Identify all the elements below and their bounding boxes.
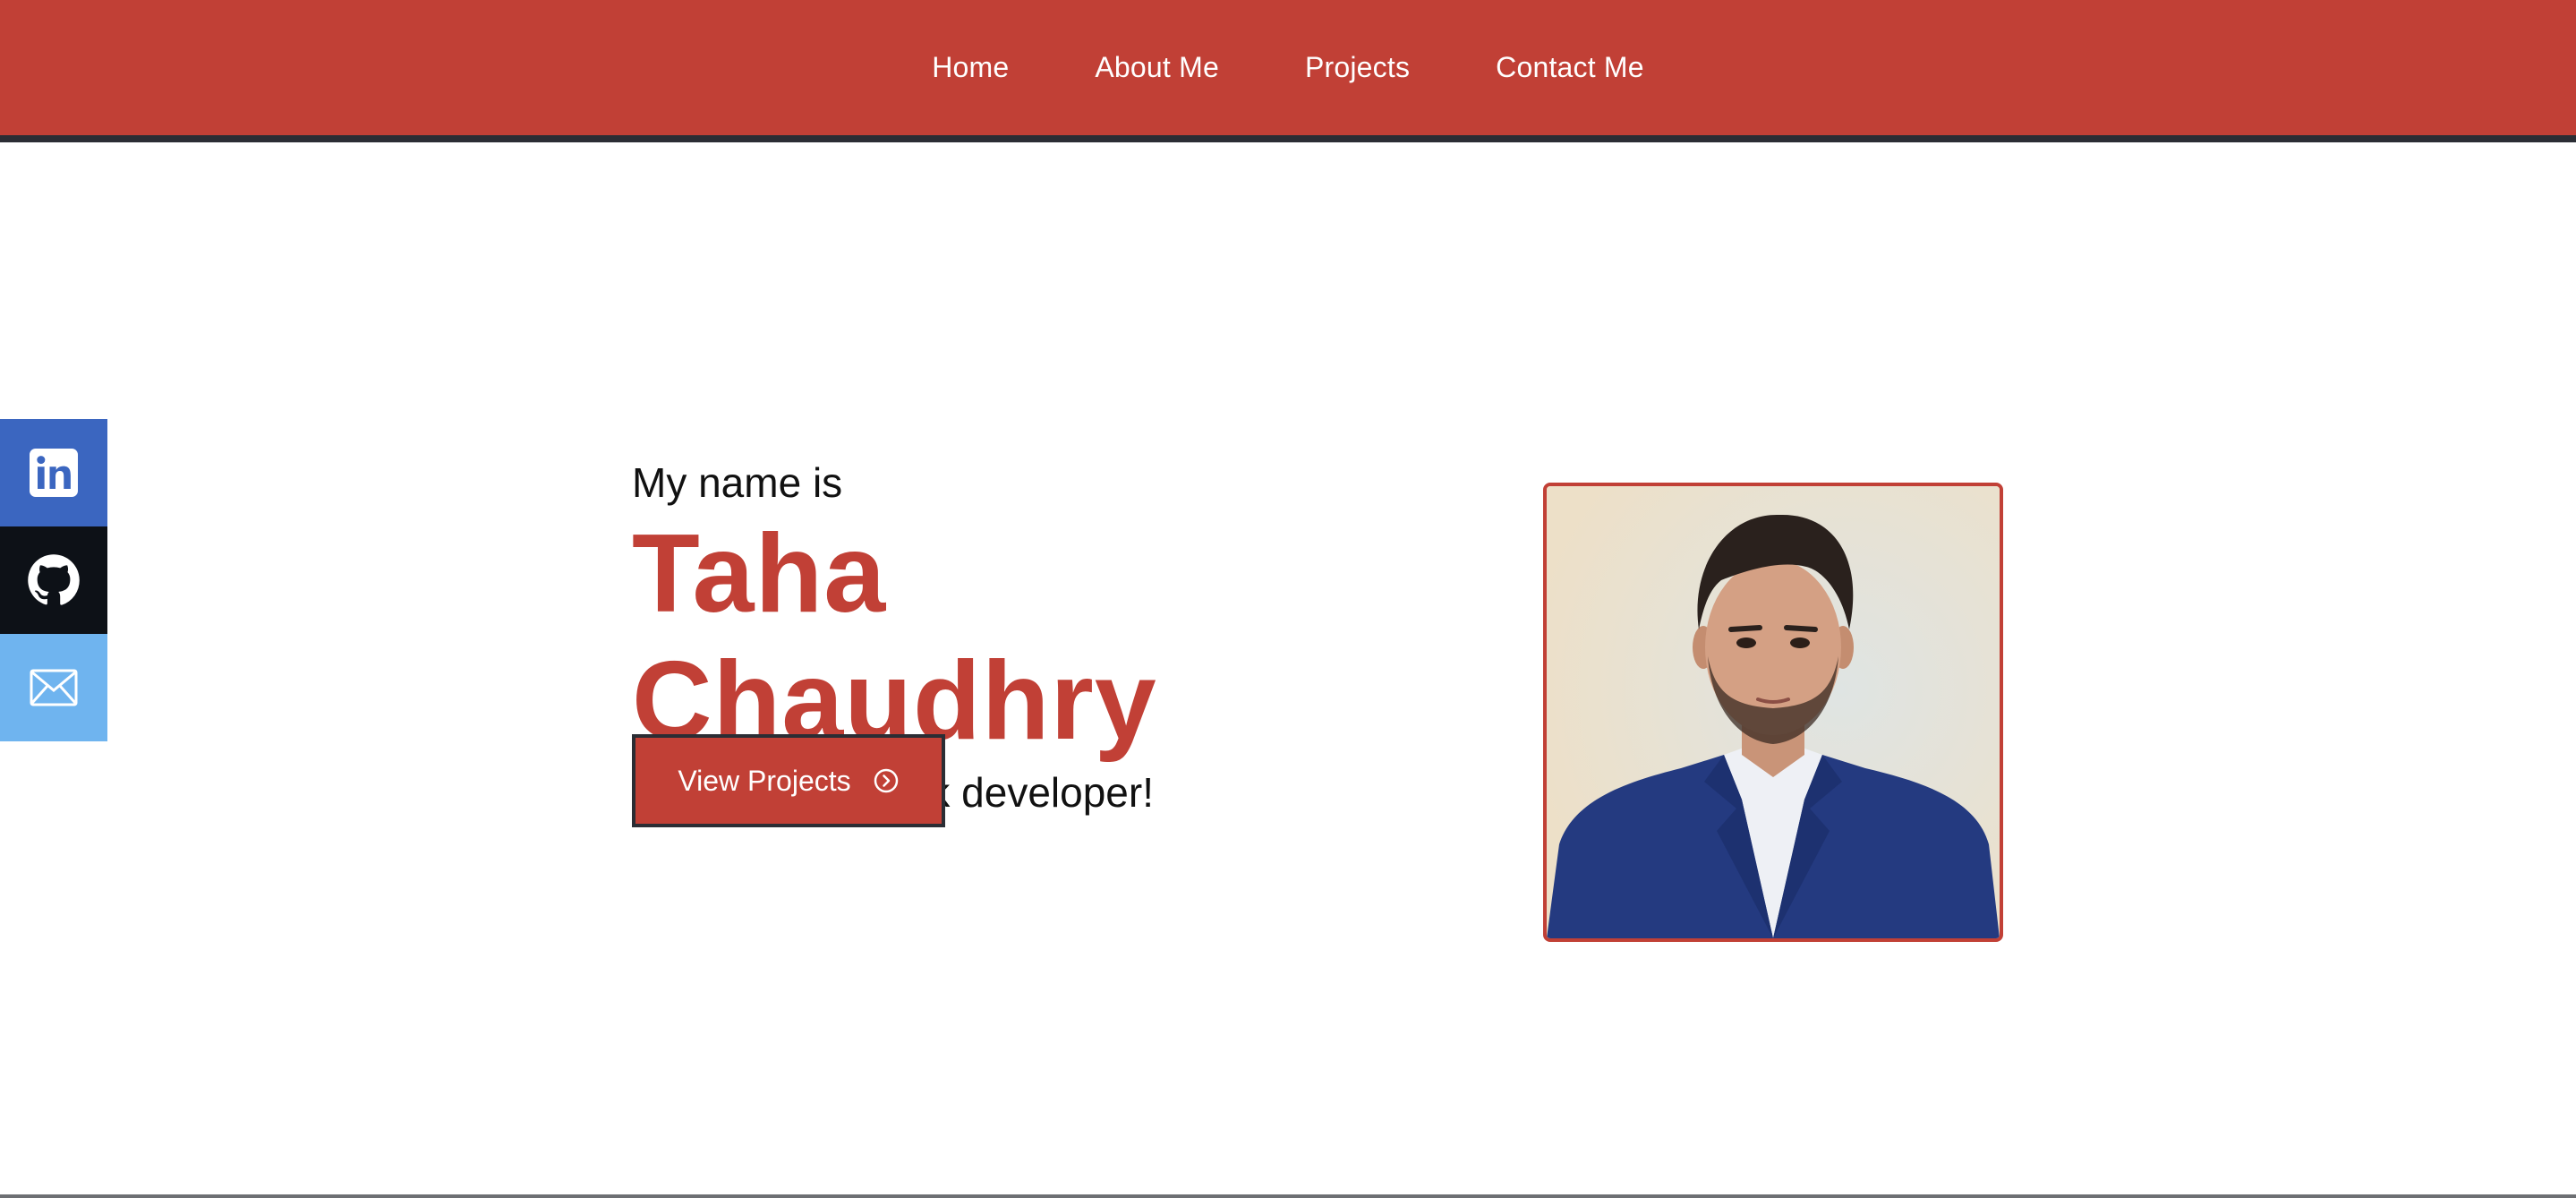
nav-contact-link[interactable]: Contact Me — [1496, 51, 1644, 83]
github-link[interactable] — [0, 526, 107, 634]
nav-menu: Home About Me Projects Contact Me — [0, 0, 2576, 135]
hero-name: Taha Chaudhry — [632, 512, 1157, 763]
nav-home-link[interactable]: Home — [932, 51, 1009, 83]
nav-about-link[interactable]: About Me — [1095, 51, 1219, 83]
view-projects-label: View Projects — [678, 764, 851, 797]
profile-portrait — [1547, 486, 2000, 938]
top-navbar: Home About Me Projects Contact Me — [0, 0, 2576, 142]
github-icon — [28, 554, 80, 605]
chevron-right-circle-icon — [874, 768, 898, 793]
view-projects-button[interactable]: View Projects — [632, 734, 945, 827]
email-icon — [30, 669, 78, 706]
profile-photo — [1543, 483, 2003, 942]
linkedin-icon — [30, 449, 78, 497]
email-link[interactable] — [0, 634, 107, 741]
intro-text: My name is — [632, 459, 843, 506]
social-sidebar — [0, 419, 107, 741]
nav-projects-link[interactable]: Projects — [1305, 51, 1410, 83]
bottom-divider — [0, 1194, 2576, 1198]
linkedin-link[interactable] — [0, 419, 107, 526]
